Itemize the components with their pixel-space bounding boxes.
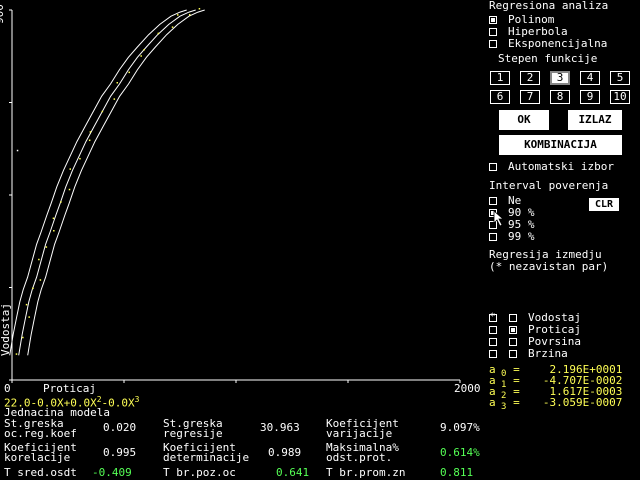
regression-curve [18,9,196,356]
povrsina-dependent-checkbox[interactable] [509,338,517,346]
data-point [143,49,145,51]
coef-index: 3 [495,402,507,413]
t-stat-value: -0.409 [92,466,132,479]
stat-value: 9.097% [440,421,480,434]
stat-label: Maksimalna% odst.prot. [326,441,399,464]
degree-button-10[interactable]: 10 [610,90,630,104]
data-point [116,82,119,84]
auto-select-label: Automatski izbor [508,160,614,173]
data-point [171,26,174,28]
stat-value: 0.995 [103,446,137,459]
data-point [22,336,24,339]
data-point [101,110,104,113]
data-point [157,32,160,35]
interval-90-checkbox[interactable] [489,209,497,217]
stat-value: 0.614% [440,446,480,459]
data-point [39,279,42,281]
polinom-checkbox[interactable] [489,16,497,24]
stat-value: 30.963 [260,421,300,434]
confidence-band-lower [27,9,205,356]
stat-label: Koeficijent varijacije [326,417,399,440]
panel-title: Regresiona analiza [489,0,609,12]
brzina-label: Brzina [528,347,568,360]
stat-label: Koeficijent determinacije [163,441,250,464]
outlier-point [16,149,19,152]
coef-equals: = [506,396,527,409]
stat-value: 0.020 [103,421,137,434]
data-point [140,55,142,57]
clr-button[interactable]: CLR [589,198,619,211]
vodostaj-independent-checkbox[interactable] [489,312,497,322]
y-axis-label: Vodostaj [0,303,12,356]
data-point [15,353,18,355]
interval-95-checkbox[interactable] [489,221,497,229]
degree-button-1[interactable]: 1 [490,71,510,85]
data-point [88,139,91,142]
data-point [177,14,179,16]
degree-button-3[interactable]: 3 [550,71,570,85]
eksponencijalna-label: Eksponencijalna [508,37,608,50]
regression-subtitle: (* nezavistan par) [489,260,609,273]
degree-button-8[interactable]: 8 [550,90,570,104]
data-point [53,230,55,232]
x-axis-max-label: 2000 [454,382,481,395]
t-stat-label: T br.poz.oc [163,466,236,479]
degree-button-6[interactable]: 6 [490,90,510,104]
ok-button[interactable]: OK [499,110,549,130]
interval-99-label: 99 % [508,230,535,243]
data-point [28,316,30,318]
data-point [52,217,55,220]
kombinacija-button[interactable]: KOMBINACIJA [499,135,622,155]
data-point [128,71,130,74]
proticaj-dependent-checkbox[interactable] [509,326,517,334]
t-stat-label: T sred.osdt [4,466,77,479]
y-axis-max-label: 900 [0,4,6,24]
t-stat-value: 0.641 [276,466,310,479]
stat-label: Koeficijent korelacije [4,441,77,464]
degree-button-2[interactable]: 2 [520,71,540,85]
interval-title: Interval poverenja [489,179,609,192]
degree-button-5[interactable]: 5 [610,71,630,85]
coef-name: a [489,396,496,409]
t-stat-value: 0.811 [440,466,474,479]
coefficient-row: a 3 = -3.059E-0007 [489,397,622,413]
vodostaj-dependent-checkbox[interactable] [509,314,517,322]
proticaj-independent-checkbox[interactable] [489,326,497,334]
stat-label: St.greska oc.reg.koef [4,417,77,440]
stat-value: 0.989 [268,446,302,459]
data-point [188,14,191,16]
data-point [79,157,81,160]
degree-title: Stepen funkcije [498,52,598,65]
degree-button-7[interactable]: 7 [520,90,540,104]
izlaz-button[interactable]: IZLAZ [568,110,622,130]
data-point [89,131,92,133]
degree-button-4[interactable]: 4 [580,71,600,85]
confidence-band-upper [9,9,187,356]
interval-ne-checkbox[interactable] [489,197,497,205]
t-stat-label: T br.prom.zn [326,466,406,479]
eksponencijalna-checkbox[interactable] [489,40,497,48]
coef-value: -3.059E-0007 [542,396,623,409]
interval-99-checkbox[interactable] [489,233,497,241]
data-point [68,188,71,191]
degree-button-9[interactable]: 9 [580,90,600,104]
data-point [198,8,201,10]
data-point [25,303,28,306]
data-point [45,246,48,248]
data-point [113,98,116,100]
data-point [69,168,71,170]
brzina-dependent-checkbox[interactable] [509,350,517,358]
data-point [38,258,40,261]
povrsina-independent-checkbox[interactable] [489,338,497,346]
brzina-independent-checkbox[interactable] [489,350,497,358]
hiperbola-checkbox[interactable] [489,28,497,36]
stat-label: St.greska regresije [163,417,223,440]
auto-select-checkbox[interactable] [489,163,497,171]
data-point [60,201,62,203]
data-point [32,287,34,290]
